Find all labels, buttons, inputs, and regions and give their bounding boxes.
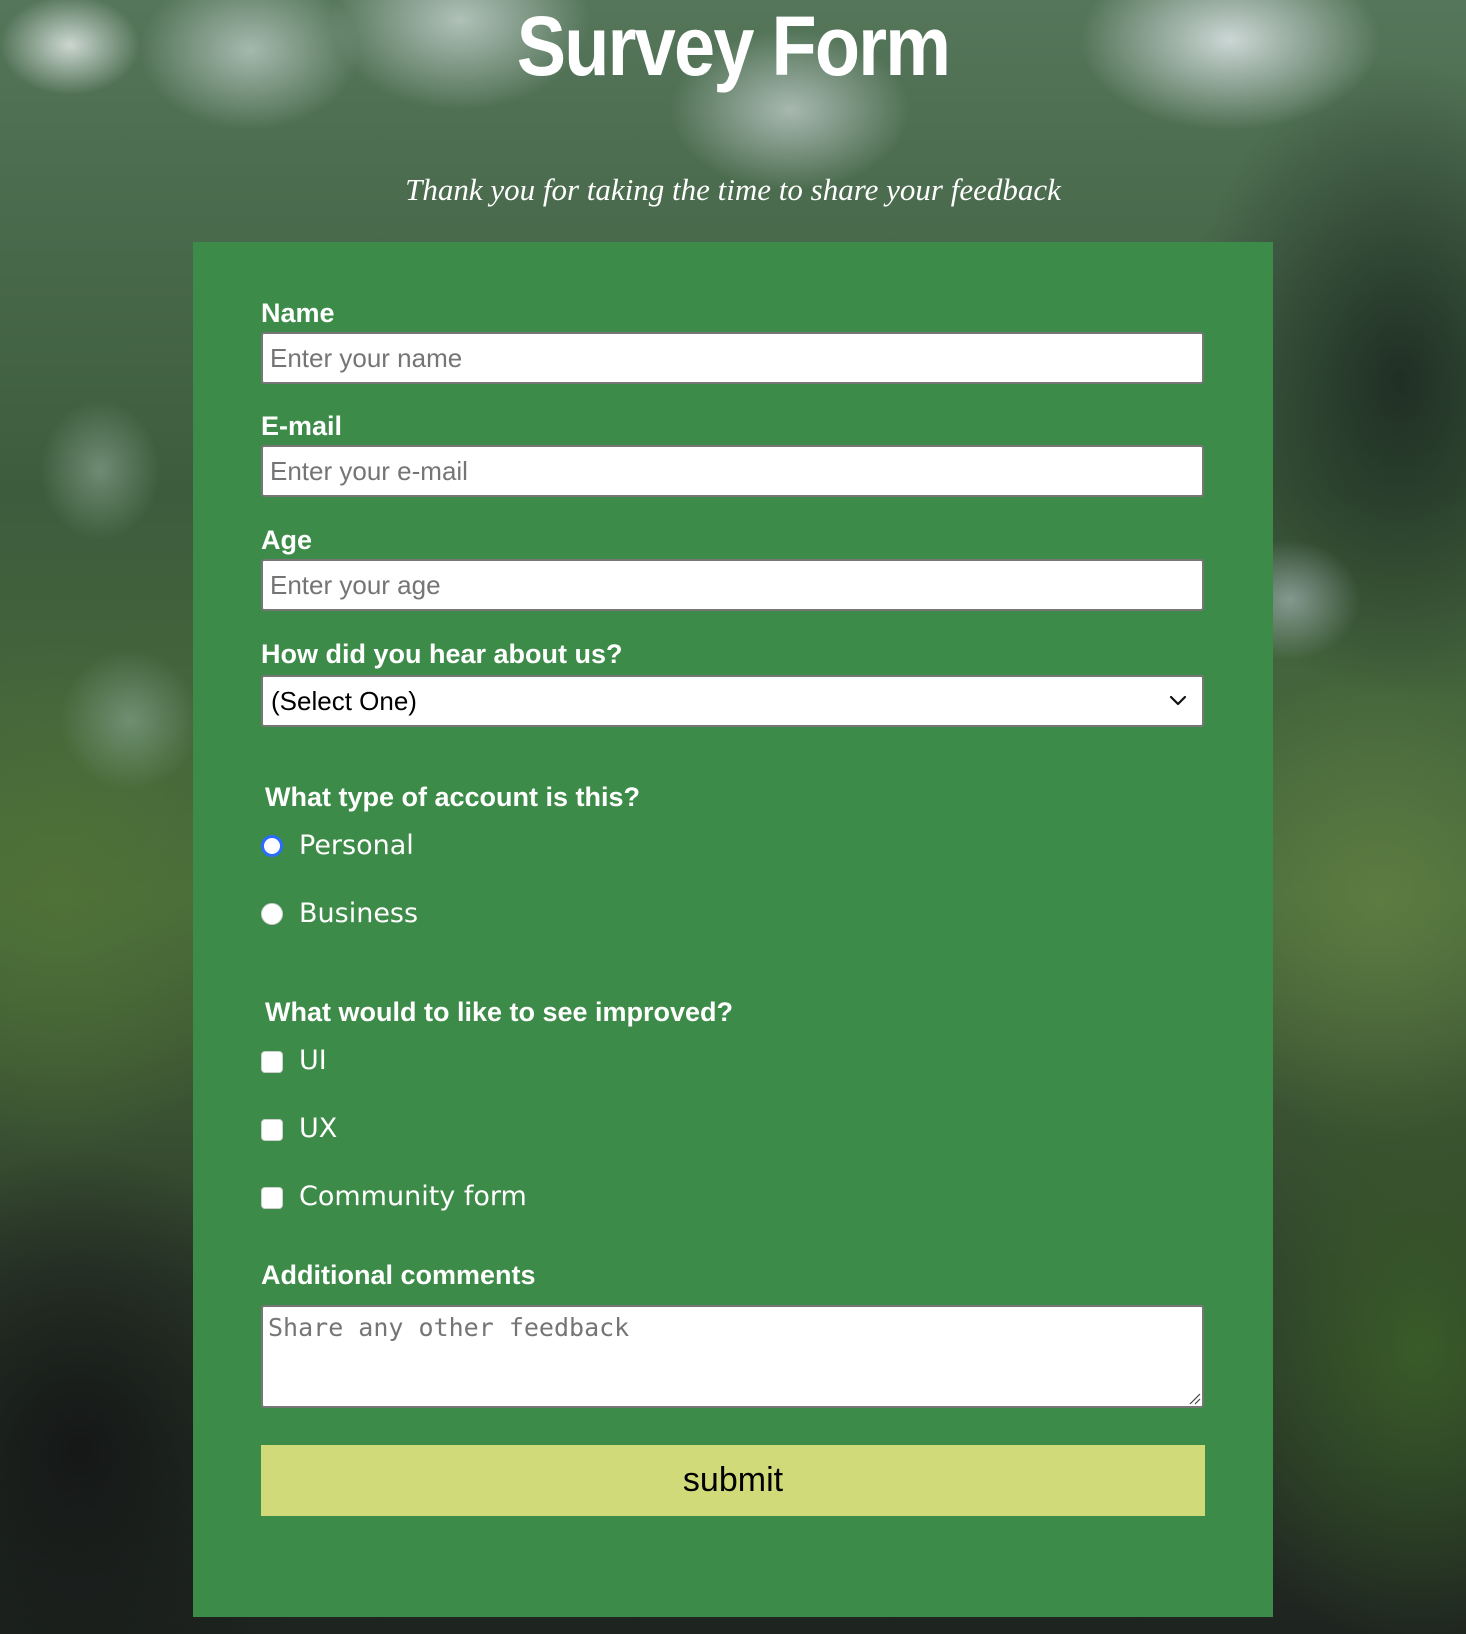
page-description: Thank you for taking the time to share y… xyxy=(405,172,1061,207)
ui-checkbox[interactable] xyxy=(261,1051,283,1073)
name-input[interactable] xyxy=(261,332,1204,384)
referral-selected-value: (Select One) xyxy=(271,686,417,716)
name-label: Name xyxy=(261,298,335,328)
age-label: Age xyxy=(261,525,313,555)
community-form-checkbox[interactable] xyxy=(261,1187,283,1209)
email-input[interactable] xyxy=(261,445,1204,497)
referral-select[interactable]: (Select One) xyxy=(261,675,1204,727)
ui-label: UI xyxy=(299,1045,327,1076)
ux-checkbox[interactable] xyxy=(261,1119,283,1141)
resize-handle-icon[interactable] xyxy=(1189,1393,1201,1405)
submit-button[interactable]: submit xyxy=(261,1445,1205,1516)
business-label: Business xyxy=(299,898,419,929)
improvements-label: What would to like to see improved? xyxy=(265,997,734,1027)
email-label: E-mail xyxy=(261,411,343,441)
community-form-label: Community form xyxy=(299,1181,527,1212)
page-title: Survey Form xyxy=(516,0,951,93)
age-input[interactable] xyxy=(261,559,1204,611)
personal-label: Personal xyxy=(299,830,414,861)
personal-radio[interactable] xyxy=(261,835,283,857)
survey-form: Name E-mail Age How did you hear about u… xyxy=(193,242,1273,1617)
comments-label: Additional comments xyxy=(261,1260,536,1290)
ux-label: UX xyxy=(299,1113,338,1144)
comments-textarea[interactable] xyxy=(261,1305,1204,1408)
chevron-down-icon xyxy=(1169,695,1187,706)
referral-label: How did you hear about us? xyxy=(261,639,623,669)
business-radio[interactable] xyxy=(261,903,283,925)
account-type-label: What type of account is this? xyxy=(265,782,641,812)
